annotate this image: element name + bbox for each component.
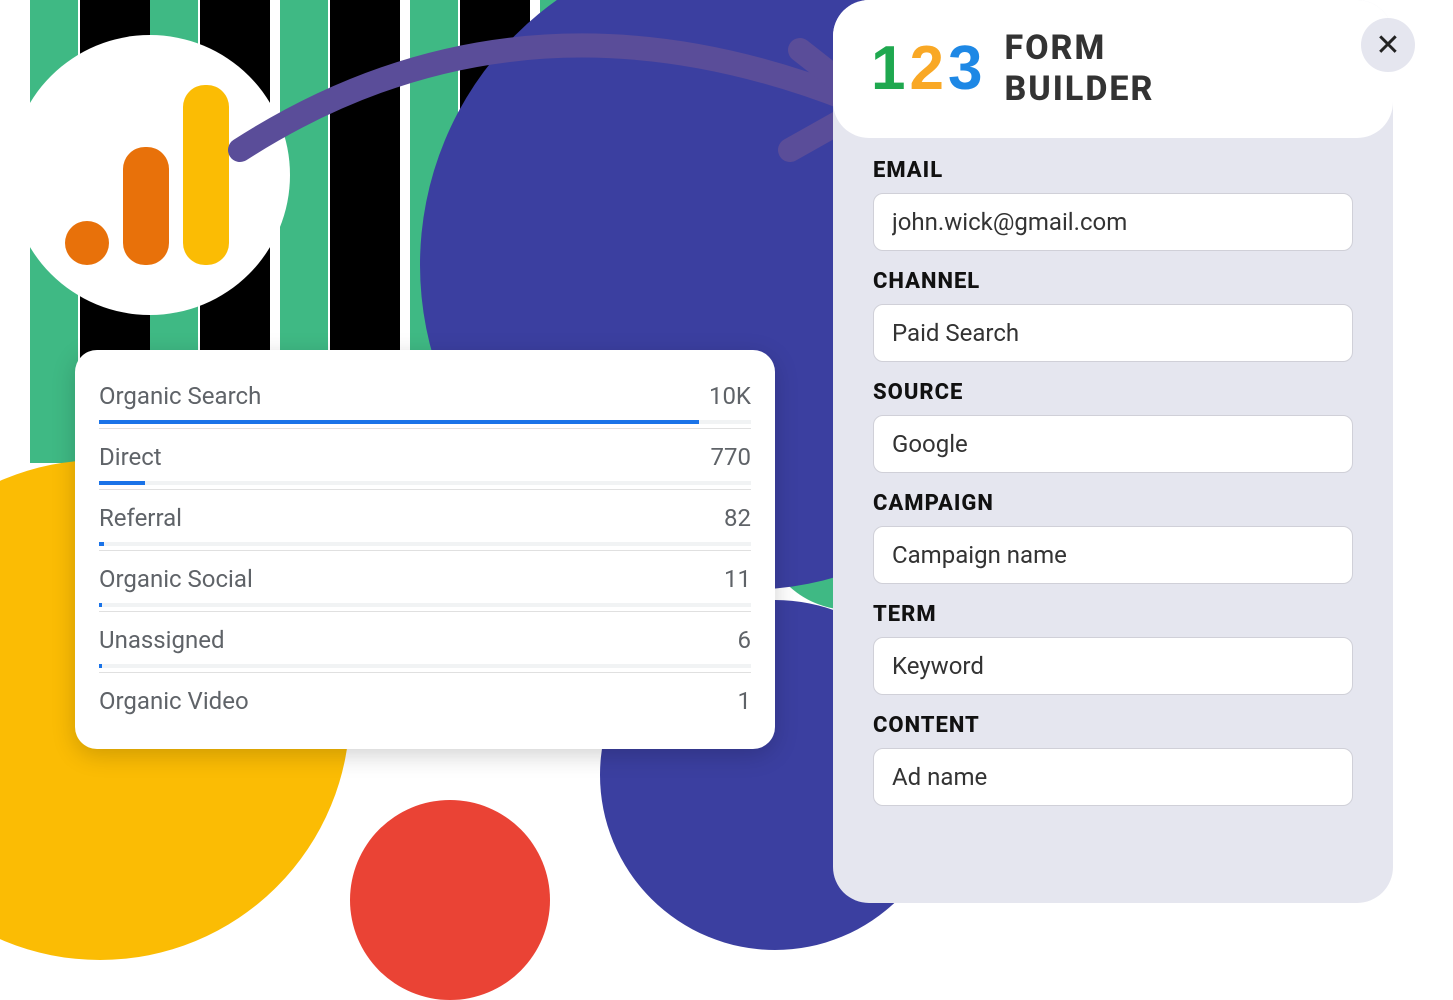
channel-value: 770 [711, 443, 751, 471]
channel-row[interactable]: Organic Search 10K [99, 368, 751, 428]
field-group: CAMPAIGN [873, 491, 1353, 584]
channel-bar [99, 420, 751, 424]
field-group: TERM [873, 602, 1353, 695]
form-builder-panel: 1 2 3 FORM BUILDER ✕ EMAIL CHANNEL SOURCE C… [833, 0, 1393, 903]
channel-row[interactable]: Unassigned 6 [99, 611, 751, 672]
title-line-2: BUILDER [1004, 69, 1154, 110]
field-group: EMAIL [873, 158, 1353, 251]
field-label: SOURCE [873, 380, 1353, 405]
field-label: EMAIL [873, 158, 1353, 183]
channel-bar [99, 664, 751, 668]
form-builder-title: FORM BUILDER [1004, 28, 1154, 110]
field-group: SOURCE [873, 380, 1353, 473]
channel-value: 10K [709, 382, 751, 410]
channel-value: 1 [738, 687, 752, 715]
logo-digit-2: 2 [909, 38, 943, 100]
channel-value: 6 [738, 626, 752, 654]
form-builder-header: 1 2 3 FORM BUILDER ✕ [833, 0, 1393, 138]
channel-name: Organic Video [99, 687, 249, 715]
field-label: CAMPAIGN [873, 491, 1353, 516]
term-field[interactable] [873, 637, 1353, 695]
title-line-1: FORM [1004, 28, 1154, 69]
close-icon: ✕ [1375, 28, 1400, 63]
email-field[interactable] [873, 193, 1353, 251]
channel-name: Organic Search [99, 382, 261, 410]
content-field[interactable] [873, 748, 1353, 806]
arrow-icon [220, 0, 900, 220]
channel-value: 11 [724, 565, 751, 593]
channel-field[interactable] [873, 304, 1353, 362]
form-builder-logo: 1 2 3 [871, 38, 982, 100]
form-body: EMAIL CHANNEL SOURCE CAMPAIGN TERM CONTENT [833, 138, 1393, 844]
field-group: CHANNEL [873, 269, 1353, 362]
source-field[interactable] [873, 415, 1353, 473]
campaign-field[interactable] [873, 526, 1353, 584]
channel-row[interactable]: Organic Video 1 [99, 672, 751, 725]
field-label: CONTENT [873, 713, 1353, 738]
channel-bar [99, 481, 751, 485]
channel-bar [99, 542, 751, 546]
channel-row[interactable]: Referral 82 [99, 489, 751, 550]
field-label: TERM [873, 602, 1353, 627]
analytics-channels-card: Organic Search 10K Direct 770 Referral 82 Orga… [75, 350, 775, 749]
logo-digit-3: 3 [948, 38, 982, 100]
google-analytics-icon [65, 85, 235, 265]
channel-name: Unassigned [99, 626, 224, 654]
field-label: CHANNEL [873, 269, 1353, 294]
channel-name: Referral [99, 504, 182, 532]
field-group: CONTENT [873, 713, 1353, 806]
close-button[interactable]: ✕ [1361, 18, 1415, 72]
channel-row[interactable]: Organic Social 11 [99, 550, 751, 611]
channel-name: Direct [99, 443, 162, 471]
channel-value: 82 [724, 504, 751, 532]
logo-digit-1: 1 [871, 38, 905, 100]
channel-row[interactable]: Direct 770 [99, 428, 751, 489]
channel-name: Organic Social [99, 565, 253, 593]
channel-bar [99, 603, 751, 607]
